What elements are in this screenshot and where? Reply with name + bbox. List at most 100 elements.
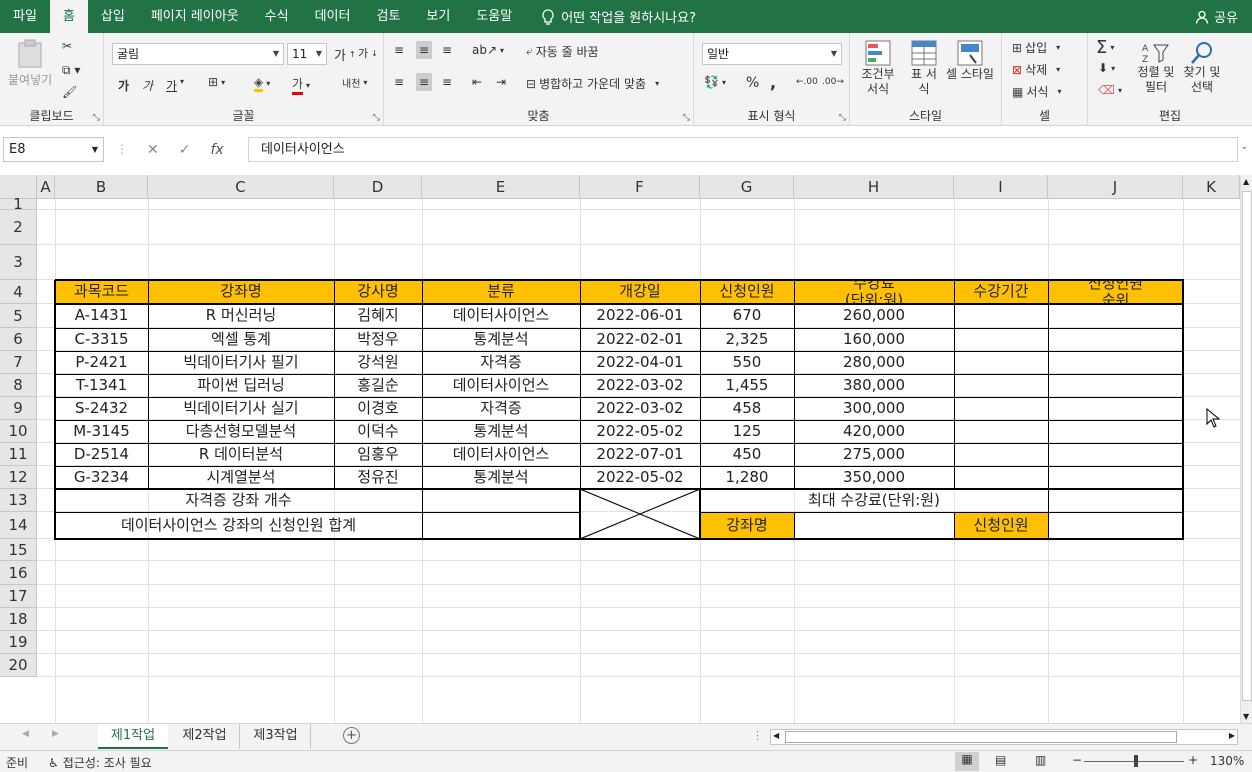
clear-icon[interactable]: ⌫ ▾ <box>1098 83 1122 97</box>
table-cell[interactable]: 통계분석 <box>422 420 580 443</box>
table-cell[interactable]: 강석원 <box>334 351 422 374</box>
table-cell[interactable]: 엑셀 통계 <box>148 328 334 351</box>
table-cell[interactable]: P-2421 <box>55 351 148 374</box>
chevron-down-icon[interactable]: ▾ <box>180 77 184 86</box>
scroll-right-icon[interactable]: ▶ <box>1229 731 1235 740</box>
add-sheet-icon[interactable]: + <box>343 727 360 744</box>
row-header-7[interactable]: 7 <box>0 351 37 374</box>
summary-applicants-label[interactable]: 신청인원 <box>954 512 1048 539</box>
border-button[interactable]: ⊞ ▾ <box>208 75 225 89</box>
accessibility-status[interactable]: ♿ 접근성: 조사 필요 <box>48 754 152 771</box>
row-header-11[interactable]: 11 <box>0 443 37 466</box>
grow-font-button[interactable]: 가 ↑ <box>334 45 356 64</box>
cut-icon[interactable]: ✂ <box>62 39 72 53</box>
percent-button[interactable]: % <box>746 75 759 91</box>
table-cell[interactable]: 데이터사이언스 <box>422 304 580 328</box>
table-cell[interactable]: 458 <box>700 397 794 420</box>
fill-icon[interactable]: ⬇ ▾ <box>1098 61 1115 75</box>
row-header-20[interactable]: 20 <box>0 654 37 677</box>
align-top-icon[interactable]: ≡ <box>394 43 404 57</box>
table-cell[interactable]: 박정우 <box>334 328 422 351</box>
table-cell[interactable] <box>954 304 1048 328</box>
zoom-level[interactable]: 130% <box>1210 754 1244 768</box>
zoom-out-icon[interactable]: − <box>1072 753 1082 767</box>
column-header-j[interactable]: J <box>1048 175 1183 199</box>
delete-cells-button[interactable]: ⊠ 삭제 ▾ <box>1012 61 1060 78</box>
table-cell[interactable]: M-3145 <box>55 420 148 443</box>
phonetic-button[interactable]: 내천 ▾ <box>342 75 367 90</box>
table-cell[interactable] <box>954 443 1048 466</box>
launcher-icon[interactable]: ⤡ <box>373 113 380 123</box>
header-start-date[interactable]: 개강일 <box>580 280 700 304</box>
launcher-icon[interactable]: ⤡ <box>683 113 690 123</box>
table-cell[interactable]: 2022-03-02 <box>580 397 700 420</box>
tab-help[interactable]: 도움말 <box>463 0 525 33</box>
table-cell[interactable] <box>1048 443 1183 466</box>
table-cell[interactable]: 2022-02-01 <box>580 328 700 351</box>
font-name-dropdown[interactable]: 굴림 ▼ <box>112 43 284 65</box>
zoom-in-icon[interactable]: + <box>1188 753 1198 767</box>
column-header-k[interactable]: K <box>1183 175 1240 199</box>
confirm-icon[interactable]: ✓ <box>179 142 191 158</box>
table-cell[interactable]: A-1431 <box>55 304 148 328</box>
summary-cert-count-value[interactable] <box>422 489 580 512</box>
formula-input[interactable]: 데이터사이언스 <box>248 137 1238 162</box>
table-cell[interactable]: 시계열분석 <box>148 466 334 489</box>
table-cell[interactable] <box>1048 304 1183 328</box>
font-size-dropdown[interactable]: 11 ▼ <box>287 43 327 65</box>
table-cell[interactable]: 2,325 <box>700 328 794 351</box>
table-cell[interactable] <box>954 466 1048 489</box>
table-cell[interactable] <box>954 397 1048 420</box>
launcher-icon[interactable]: ⤡ <box>93 113 100 123</box>
table-cell[interactable]: 임홍우 <box>334 443 422 466</box>
table-cell[interactable]: 2022-05-02 <box>580 466 700 489</box>
tab-file[interactable]: 파일 <box>0 0 50 33</box>
sheet-tab-2[interactable]: 제2작업 <box>170 724 240 749</box>
zoom-slider-thumb[interactable] <box>1134 755 1138 767</box>
bold-button[interactable]: 가 <box>118 77 129 94</box>
table-cell[interactable]: D-2514 <box>55 443 148 466</box>
summary-max-fee-value[interactable] <box>1048 489 1183 512</box>
table-cell[interactable] <box>954 328 1048 351</box>
table-cell[interactable]: 275,000 <box>794 443 954 466</box>
sort-filter-button[interactable]: AZ 정렬 및 필터 <box>1134 41 1178 95</box>
table-cell[interactable]: C-3315 <box>55 328 148 351</box>
scroll-down-icon[interactable]: ▼ <box>1243 712 1249 721</box>
horizontal-scrollbar[interactable]: ◀ ▶ <box>770 729 1238 745</box>
next-sheet-icon[interactable]: ▶ <box>52 729 59 739</box>
autosum-icon[interactable]: Σ ▾ <box>1096 37 1114 58</box>
tab-data[interactable]: 데이터 <box>302 0 364 33</box>
header-duration[interactable]: 수강기간 <box>954 280 1048 304</box>
table-cell[interactable]: 160,000 <box>794 328 954 351</box>
normal-view-icon[interactable]: ▦ <box>955 752 979 771</box>
header-course-name[interactable]: 강좌명 <box>148 280 334 304</box>
format-as-table-button[interactable]: 표 서식 <box>906 39 942 97</box>
launcher-icon[interactable]: ⤡ <box>839 113 846 123</box>
table-cell[interactable] <box>1048 351 1183 374</box>
column-header-d[interactable]: D <box>334 175 422 199</box>
expand-formula-icon[interactable]: ⌄ <box>1240 142 1248 152</box>
row-header-16[interactable]: 16 <box>0 561 37 585</box>
row-header-4[interactable]: 4 <box>0 280 37 304</box>
table-cell[interactable]: 홍길순 <box>334 374 422 397</box>
header-course-code[interactable]: 과목코드 <box>55 280 148 304</box>
row-header-6[interactable]: 6 <box>0 328 37 351</box>
row-header-1[interactable]: 1 <box>0 195 37 213</box>
table-cell[interactable]: 다층선형모델분석 <box>148 420 334 443</box>
format-painter-icon[interactable]: 🖌 <box>62 85 77 99</box>
table-cell[interactable]: 자격증 <box>422 351 580 374</box>
table-cell[interactable]: 데이터사이언스 <box>422 374 580 397</box>
insert-cells-button[interactable]: ⊞ 삽입 ▾ <box>1012 39 1060 56</box>
table-cell[interactable]: 통계분석 <box>422 466 580 489</box>
row-header-19[interactable]: 19 <box>0 631 37 654</box>
copy-icon[interactable]: ⧉ ▾ <box>62 63 80 78</box>
table-cell[interactable]: 420,000 <box>794 420 954 443</box>
format-cells-button[interactable]: ▦ 서식 ▾ <box>1012 83 1061 100</box>
row-header-2[interactable]: 2 <box>0 210 37 245</box>
scroll-thumb[interactable] <box>1242 191 1252 701</box>
scroll-thumb[interactable] <box>785 731 1177 743</box>
column-header-e[interactable]: E <box>422 175 580 199</box>
page-break-view-icon[interactable]: ▥ <box>1035 753 1046 767</box>
row-header-14[interactable]: 14 <box>0 512 37 539</box>
table-cell[interactable]: 550 <box>700 351 794 374</box>
